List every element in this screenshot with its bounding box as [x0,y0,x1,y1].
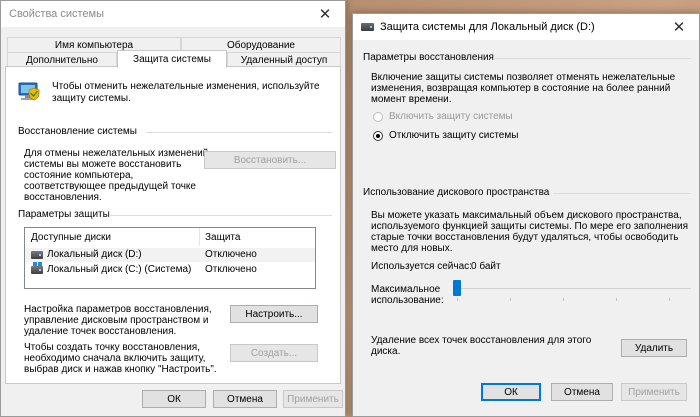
drives-table: Доступные диски Защита Локальный диск (D… [24,227,316,289]
protection-separator [110,215,332,216]
slider-track [453,288,691,289]
configure-button[interactable]: Настроить... [230,305,318,323]
max-usage-label-2: использование: [371,295,444,306]
configure-desc-3: удаление точек восстановления. [24,326,177,337]
drive-name: Локальный диск (D:) [47,249,142,260]
protection-heading: Параметры защиты [18,209,110,220]
column-divider [199,228,200,246]
drive-status: Отключено [205,264,257,275]
slider-tick [669,298,670,301]
table-row[interactable]: Локальный диск (D:) Отключено [25,248,315,262]
restore-desc-5: восстановления. [24,192,102,203]
slider-tick [563,298,564,301]
enable-protection-radio[interactable] [373,112,383,122]
create-button[interactable]: Создать... [230,344,318,362]
system-properties-window: Свойства системы ✕ Имя компьютера Оборуд… [0,0,346,417]
column-header-protection[interactable]: Защита [205,232,240,244]
table-row[interactable]: Локальный диск (C:) (Система) Отключено [25,262,315,277]
drive-icon [361,23,374,31]
title-bar[interactable]: Защита системы для Локальный диск (D:) ✕ [353,14,699,40]
slider-tick [457,298,458,301]
close-icon[interactable]: ✕ [305,1,345,27]
disable-protection-label[interactable]: Отключить защиту системы [389,130,518,142]
window-title: Свойства системы [9,8,105,20]
column-header-drives[interactable]: Доступные диски [31,232,111,244]
restore-params-separator [493,58,691,59]
delete-desc-1: Удаление всех точек восстановления для э… [371,335,592,346]
restore-params-desc-3: момент времени. [371,94,452,105]
apply-button[interactable]: Применить [621,383,687,401]
tab-system-protection[interactable]: Защита системы [117,50,227,68]
restore-heading: Восстановление системы [18,126,137,137]
windows-logo-pane [33,262,37,266]
restore-button[interactable]: Восстановить... [204,151,336,169]
drive-name: Локальный диск (C:) (Система) [47,264,192,275]
disk-usage-heading: Использование дискового пространства [363,187,550,198]
disk-usage-separator [553,193,691,194]
slider-tick [616,298,617,301]
windows-drive-icon [31,266,43,274]
disable-protection-radio[interactable] [373,131,383,141]
cancel-button[interactable]: Отмена [213,390,277,408]
drive-status: Отключено [205,249,257,260]
disk-usage-desc-4: место для новых. [371,243,453,254]
drive-icon [31,251,43,259]
title-bar[interactable]: Свойства системы ✕ [1,1,345,27]
enable-protection-label[interactable]: Включить защиту системы [389,111,513,123]
intro-line-2: защиту системы. [52,93,131,104]
restore-separator [146,132,332,133]
ok-button[interactable]: ОК [142,390,206,408]
ok-button[interactable]: ОК [481,383,541,401]
close-icon[interactable]: ✕ [659,14,699,40]
drive-protection-window: Защита системы для Локальный диск (D:) ✕… [352,13,700,417]
slider-thumb[interactable] [453,280,461,296]
restore-params-heading: Параметры восстановления [363,52,494,63]
computer-shield-icon [16,81,40,103]
delete-button[interactable]: Удалить [621,339,687,357]
max-usage-slider[interactable] [453,280,691,304]
create-desc-3: выбрав диск и нажав кнопку "Настроить". [24,364,217,375]
window-title: Защита системы для Локальный диск (D:) [380,21,595,33]
windows-logo-pane [38,262,42,266]
delete-desc-2: диска. [371,346,401,357]
current-usage-label: Используется сейчас: [371,261,472,272]
current-usage-value: 0 байт [471,261,501,272]
tab-panel: Чтобы отменить нежелательные изменения, … [5,66,341,384]
intro-line-1: Чтобы отменить нежелательные изменения, … [52,81,320,92]
slider-tick [510,298,511,301]
apply-button[interactable]: Применить [283,390,343,408]
cancel-button[interactable]: Отмена [551,383,613,401]
